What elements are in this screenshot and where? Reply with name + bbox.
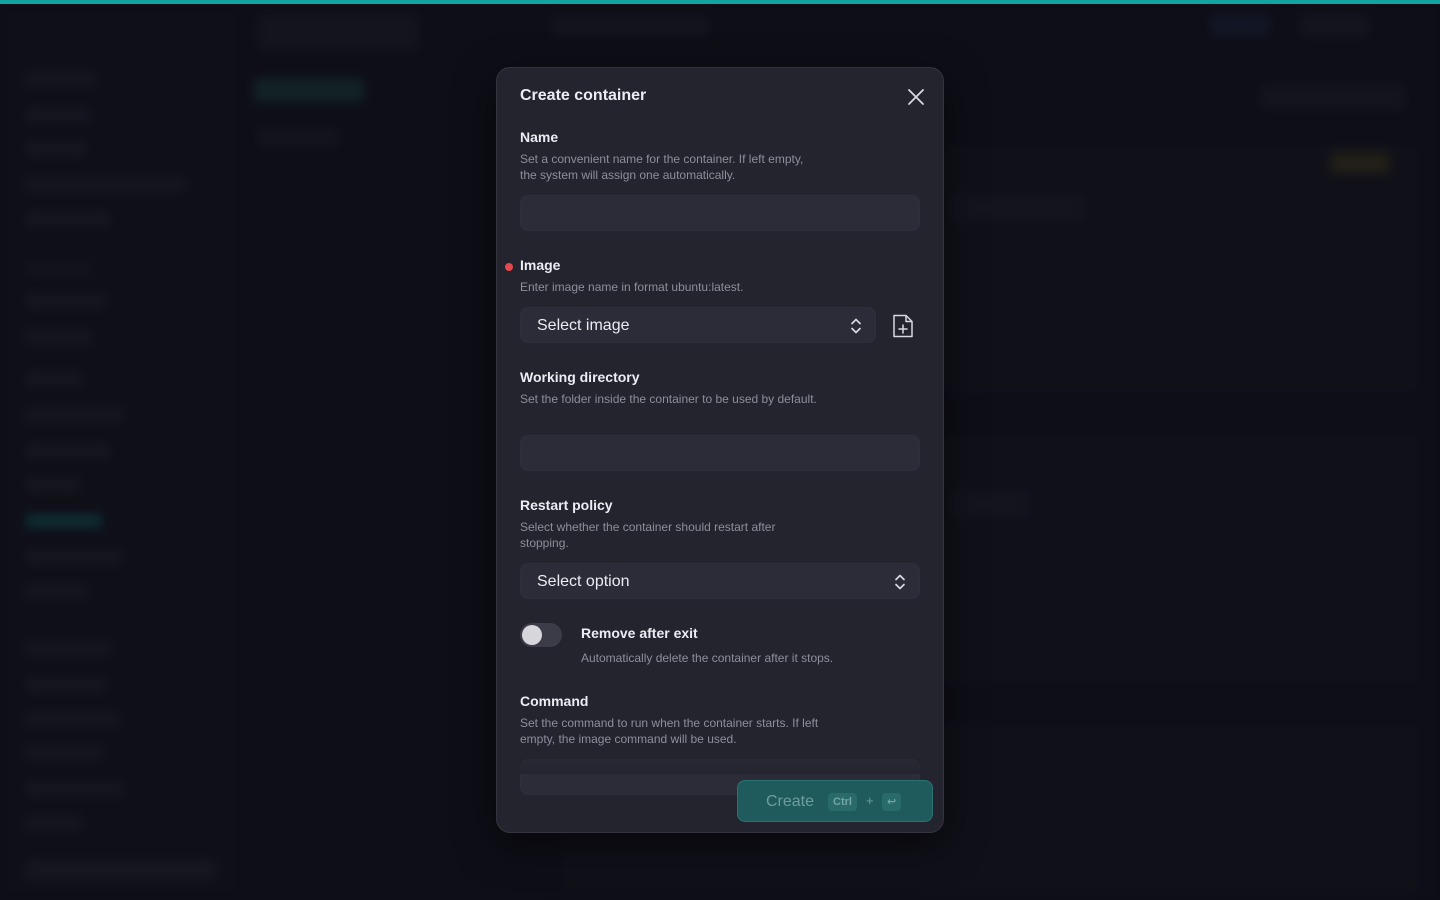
create-button-label: Create (766, 793, 815, 810)
working-directory-label: Working directory (520, 369, 640, 385)
top-accent-bar (0, 0, 1440, 4)
name-input[interactable] (520, 195, 920, 231)
file-add-icon[interactable] (891, 313, 915, 339)
name-description: Set a convenient name for the container.… (520, 152, 804, 182)
restart-policy-description: Select whether the container should rest… (520, 520, 776, 550)
dialog-title: Create container (520, 87, 647, 104)
chevron-up-down-icon (895, 574, 905, 590)
restart-policy-select[interactable]: Select option (520, 563, 920, 599)
image-select-value: Select image (537, 317, 630, 334)
image-description: Enter image name in format ubuntu:latest… (520, 280, 744, 294)
working-directory-description: Set the folder inside the container to b… (520, 392, 817, 406)
scroll-fade (497, 750, 943, 774)
chevron-up-down-icon (851, 318, 861, 334)
create-button[interactable]: Create Ctrl + ↩ (737, 780, 933, 822)
create-container-dialog: Create container Name Set a convenient n… (496, 67, 944, 833)
working-directory-input[interactable] (520, 435, 920, 471)
name-label: Name (520, 129, 559, 145)
enter-key-icon: ↩ (882, 793, 902, 811)
required-indicator (505, 263, 513, 271)
restart-policy-label: Restart policy (520, 497, 613, 513)
shortcut-plus: + (866, 793, 874, 808)
image-select[interactable]: Select image (520, 307, 876, 343)
remove-after-exit-label: Remove after exit (581, 625, 698, 641)
remove-after-exit-description: Automatically delete the container after… (581, 651, 834, 665)
restart-policy-select-value: Select option (537, 573, 630, 590)
remove-after-exit-toggle[interactable] (520, 623, 562, 647)
close-icon[interactable] (905, 86, 927, 108)
command-label: Command (520, 693, 589, 709)
command-description: Set the command to run when the containe… (520, 716, 819, 746)
toggle-knob (522, 625, 542, 645)
image-label: Image (520, 257, 561, 273)
shortcut-ctrl-key: Ctrl (828, 793, 857, 811)
